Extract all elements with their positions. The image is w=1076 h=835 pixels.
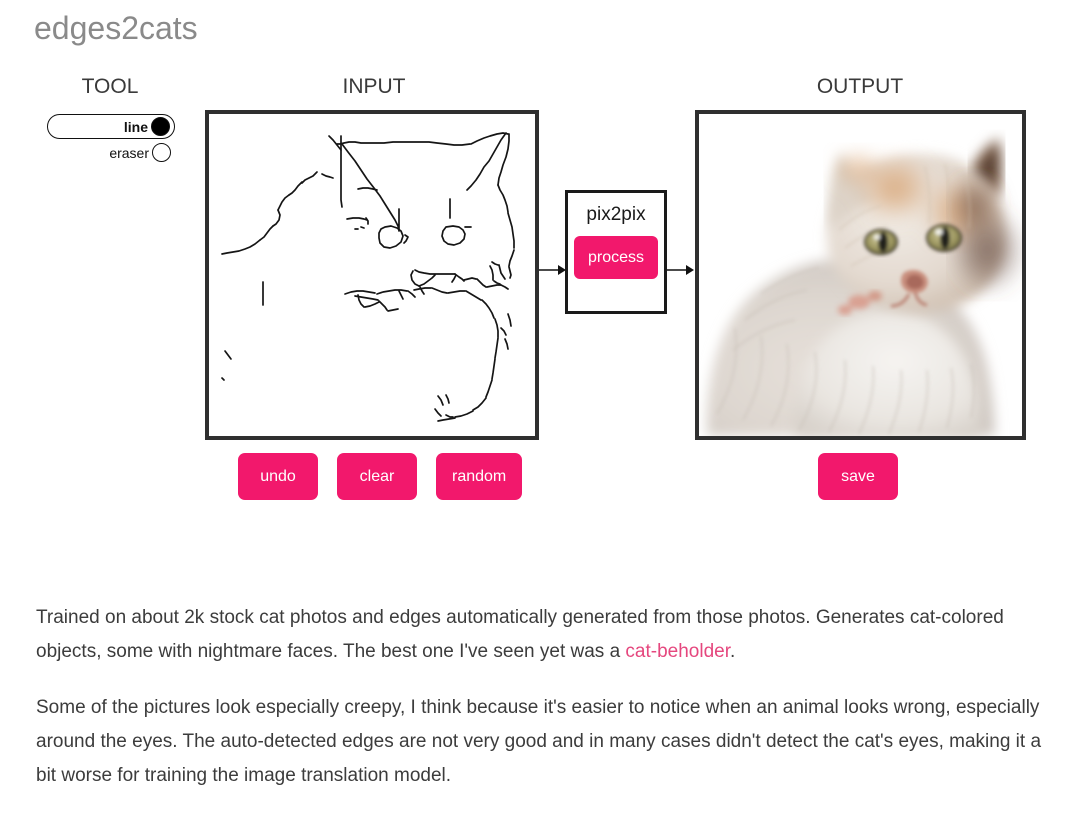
arrow-model-to-output-icon — [667, 265, 694, 275]
tool-selector[interactable]: line eraser — [47, 114, 175, 165]
page-title: edges2cats — [34, 10, 198, 46]
tool-column-header: TOOL — [81, 75, 139, 98]
output-canvas — [695, 110, 1026, 440]
output-column-header: OUTPUT — [816, 75, 904, 98]
random-button[interactable]: random — [436, 453, 523, 500]
edge-sketch-drawing — [209, 114, 535, 436]
input-actions-toolbar: undo clear random — [238, 453, 523, 500]
description-paragraph-1: Trained on about 2k stock cat photos and… — [36, 601, 1046, 669]
tool-option-line-label: line — [123, 118, 148, 135]
input-canvas[interactable] — [205, 110, 539, 440]
arrow-input-to-model-icon — [539, 265, 566, 275]
description-text: Trained on about 2k stock cat photos and… — [36, 601, 1046, 815]
undo-button[interactable]: undo — [238, 453, 318, 500]
model-name-label: pix2pix — [586, 204, 646, 225]
save-button[interactable]: save — [818, 453, 898, 500]
tool-option-eraser-label: eraser — [109, 144, 149, 161]
tool-option-line[interactable]: line — [47, 114, 175, 139]
generated-cat-image — [699, 114, 1022, 436]
tool-option-eraser[interactable]: eraser — [47, 140, 175, 165]
description-paragraph-2: Some of the pictures look especially cre… — [36, 697, 1042, 786]
output-actions-toolbar: save — [818, 453, 898, 500]
radio-selected-icon[interactable] — [151, 117, 170, 136]
pix2pix-model-box: pix2pix process — [565, 190, 667, 314]
paragraph-1-text-after-link: . — [730, 641, 736, 662]
paragraph-1-text-before-link: Trained on about 2k stock cat photos and… — [36, 607, 1004, 662]
process-button[interactable]: process — [574, 236, 658, 279]
radio-unselected-icon[interactable] — [152, 143, 171, 162]
clear-button[interactable]: clear — [337, 453, 417, 500]
input-column-header: INPUT — [342, 75, 406, 98]
cat-beholder-link[interactable]: cat-beholder — [625, 641, 730, 662]
